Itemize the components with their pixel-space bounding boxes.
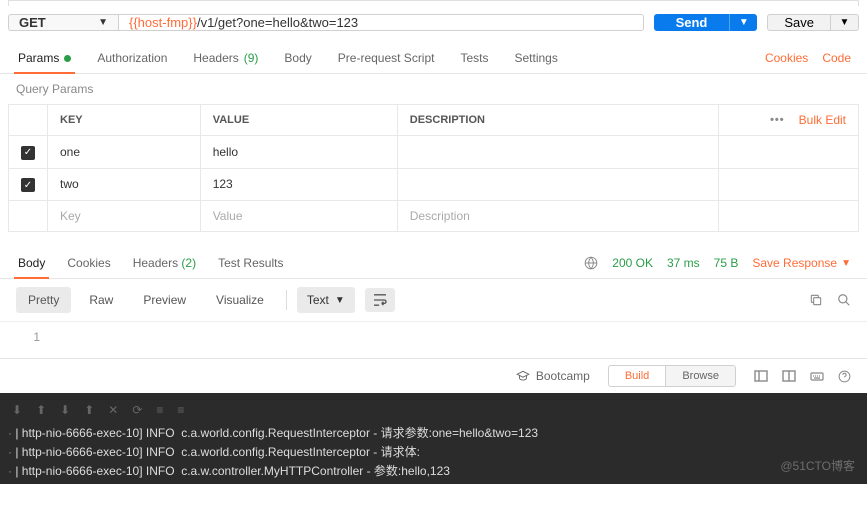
tab-settings[interactable]: Settings (513, 43, 560, 73)
request-tabs: Params Authorization Headers (9) Body Pr… (0, 43, 867, 74)
table-row: ✓ two 123 (9, 168, 859, 201)
bulk-edit-link[interactable]: Bulk Edit (799, 113, 846, 127)
tab-headers[interactable]: Headers (9) (191, 43, 260, 73)
table-row: ✓ one hello (9, 136, 859, 169)
save-button[interactable]: Save (767, 14, 831, 31)
console-tool-icon[interactable]: ⬇ (60, 403, 70, 417)
browse-button[interactable]: Browse (665, 366, 735, 386)
response-size: 75 B (714, 256, 739, 270)
view-preview-button[interactable]: Preview (131, 287, 198, 313)
cell-key[interactable]: two (48, 168, 201, 201)
response-tabs: Body Cookies Headers (2) Test Results 20… (0, 248, 867, 279)
wrap-lines-button[interactable] (365, 288, 395, 312)
col-desc: DESCRIPTION (397, 105, 718, 136)
console-tool-icon[interactable]: ⬆ (36, 403, 46, 417)
url-variable: {{host-fmp}} (129, 15, 197, 30)
watermark: @51CTO博客 (780, 457, 855, 474)
resp-tab-tests[interactable]: Test Results (216, 248, 285, 278)
url-path: /v1/get?one=hello&two=123 (197, 15, 358, 30)
cell-value[interactable]: 123 (200, 168, 397, 201)
query-params-title: Query Params (0, 74, 867, 104)
resp-tab-cookies[interactable]: Cookies (65, 248, 112, 278)
console-line: · | http-nio-6666-exec-10] INFO c.a.worl… (0, 423, 867, 442)
col-value: VALUE (200, 105, 397, 136)
method-label: GET (19, 15, 46, 30)
copy-icon[interactable] (809, 293, 823, 307)
tab-tests[interactable]: Tests (458, 43, 490, 73)
tab-params[interactable]: Params (16, 43, 73, 73)
save-response-link[interactable]: Save Response ▼ (752, 256, 851, 270)
globe-icon[interactable] (584, 256, 598, 270)
request-bar: GET ▼ {{host-fmp}}/v1/get?one=hello&two=… (0, 6, 867, 43)
console-tool-icon[interactable]: ⬇ (12, 403, 22, 417)
response-view-bar: Pretty Raw Preview Visualize Text ▼ (0, 279, 867, 322)
mode-toggle: Build Browse (608, 365, 736, 387)
console-line: · | http-nio-6666-exec-10] INFO c.a.w.co… (0, 461, 867, 480)
cell-value-placeholder[interactable]: Value (200, 201, 397, 232)
cookies-link[interactable]: Cookies (765, 51, 808, 65)
response-time: 37 ms (667, 256, 700, 270)
graduation-icon (516, 369, 530, 383)
resp-tab-headers[interactable]: Headers (2) (131, 248, 198, 278)
console-panel: ⬇ ⬆ ⬇ ⬆ ✕ ⟳ ≡ ≡ · | http-nio-6666-exec-1… (0, 393, 867, 484)
table-row-empty: Key Value Description (9, 201, 859, 232)
console-toolbar: ⬇ ⬆ ⬇ ⬆ ✕ ⟳ ≡ ≡ (0, 397, 867, 423)
checkbox-checked-icon[interactable]: ✓ (21, 178, 35, 192)
console-tool-icon[interactable]: ≡ (156, 403, 163, 417)
console-tool-icon[interactable]: ⟳ (132, 403, 142, 417)
cell-value[interactable]: hello (200, 136, 397, 169)
more-options-icon[interactable]: ••• (770, 114, 785, 126)
save-dropdown[interactable]: ▼ (831, 14, 859, 31)
view-visualize-button[interactable]: Visualize (204, 287, 276, 313)
panel-single-icon[interactable] (754, 370, 768, 383)
chevron-down-icon: ▼ (841, 258, 851, 269)
tab-authorization[interactable]: Authorization (95, 43, 169, 73)
tab-prerequest[interactable]: Pre-request Script (336, 43, 437, 73)
tab-body[interactable]: Body (282, 43, 313, 73)
console-tool-icon[interactable]: ✕ (108, 403, 118, 417)
url-input[interactable]: {{host-fmp}}/v1/get?one=hello&two=123 (118, 14, 644, 31)
resp-tab-body[interactable]: Body (16, 248, 47, 278)
chevron-down-icon: ▼ (335, 295, 345, 306)
method-select[interactable]: GET ▼ (8, 14, 118, 31)
bootcamp-link[interactable]: Bootcamp (516, 369, 590, 383)
query-params-table: KEY VALUE DESCRIPTION ••• Bulk Edit ✓ on… (8, 104, 859, 232)
status-code: 200 OK (612, 256, 653, 270)
chevron-down-icon: ▼ (98, 17, 108, 28)
cell-desc[interactable] (397, 136, 718, 169)
cell-desc[interactable] (397, 168, 718, 201)
send-button[interactable]: Send (654, 14, 730, 31)
send-dropdown[interactable]: ▼ (729, 14, 757, 31)
col-key: KEY (48, 105, 201, 136)
cell-desc-placeholder[interactable]: Description (397, 201, 718, 232)
view-raw-button[interactable]: Raw (77, 287, 125, 313)
cell-key[interactable]: one (48, 136, 201, 169)
format-select[interactable]: Text ▼ (297, 287, 355, 313)
chevron-down-icon: ▼ (739, 17, 749, 28)
cell-key-placeholder[interactable]: Key (48, 201, 201, 232)
keyboard-icon[interactable] (810, 370, 824, 383)
help-icon[interactable] (838, 370, 851, 383)
console-tool-icon[interactable]: ≡ (177, 403, 184, 417)
checkbox-checked-icon[interactable]: ✓ (21, 146, 35, 160)
chevron-down-icon: ▼ (840, 17, 850, 28)
build-button[interactable]: Build (609, 366, 665, 386)
params-indicator-icon (64, 55, 71, 62)
panel-split-icon[interactable] (782, 370, 796, 383)
search-icon[interactable] (837, 293, 851, 307)
console-tool-icon[interactable]: ⬆ (84, 403, 94, 417)
code-link[interactable]: Code (822, 51, 851, 65)
view-pretty-button[interactable]: Pretty (16, 287, 71, 313)
response-body[interactable]: 1 (0, 322, 867, 358)
status-bar: Bootcamp Build Browse (0, 358, 867, 393)
console-line: · | http-nio-6666-exec-10] INFO c.a.worl… (0, 442, 867, 461)
line-number: 1 (16, 330, 40, 344)
